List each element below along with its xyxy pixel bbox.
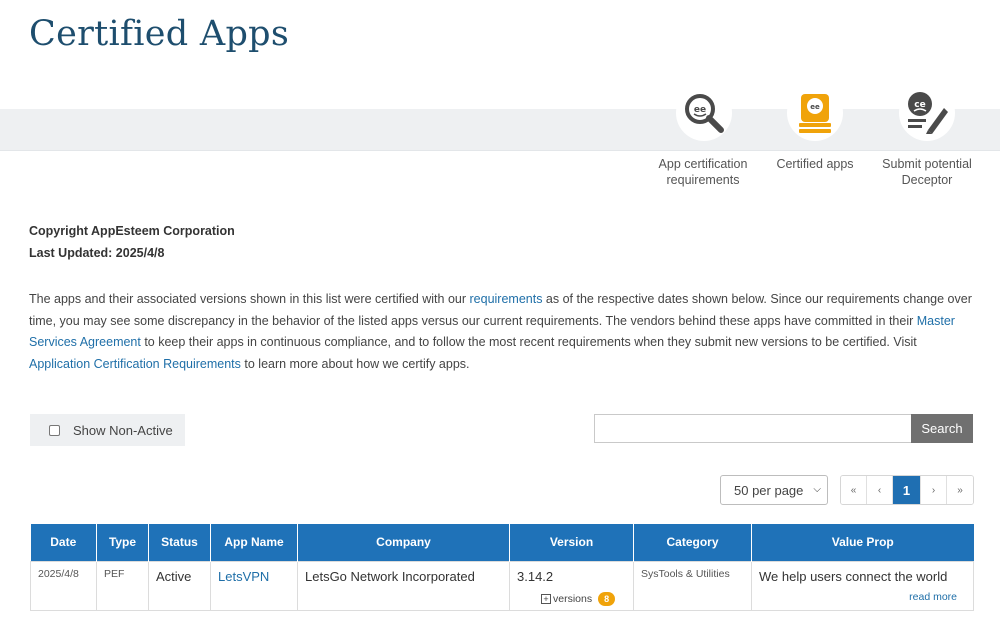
nav-app-certification-requirements[interactable]: ee — [676, 85, 732, 141]
pager-first-button[interactable]: « — [841, 476, 867, 504]
versions-label: versions — [553, 592, 593, 605]
cell-category: SysTools & Utilities — [633, 560, 752, 611]
versions-count-badge: 8 — [598, 591, 616, 606]
pager-prev-button[interactable]: ‹ — [867, 476, 893, 504]
certified-apps-table: Date Type Status App Name Company Versio… — [30, 524, 974, 611]
nav-submit-deceptor[interactable]: ce — [899, 85, 955, 141]
application-certification-requirements-link[interactable]: Application Certification Requirements — [29, 357, 241, 371]
svg-text:ee: ee — [810, 103, 820, 111]
cell-type: PEF — [96, 560, 149, 611]
col-header-type[interactable]: Type — [96, 524, 149, 561]
pager-next-button[interactable]: › — [921, 476, 947, 504]
certified-badge-icon: ee — [799, 94, 831, 133]
page-title: Certified Apps — [29, 14, 290, 54]
col-header-status[interactable]: Status — [148, 524, 211, 561]
version-number: 3.14.2 — [517, 568, 554, 584]
read-more-link[interactable]: read more — [909, 591, 957, 603]
last-updated-text: Last Updated: 2025/4/8 — [29, 246, 165, 260]
cell-date: 2025/4/8 — [30, 560, 97, 611]
requirements-link[interactable]: requirements — [470, 292, 543, 306]
show-non-active-toggle[interactable]: Show Non-Active — [30, 414, 185, 446]
table-row: 2025/4/8 PEF Active LetsVPN LetsGo Netwo… — [30, 560, 974, 611]
col-header-category[interactable]: Category — [633, 524, 752, 561]
col-header-value-prop[interactable]: Value Prop — [751, 524, 974, 561]
chevron-down-icon: ⌵ — [813, 484, 821, 495]
svg-text:ee: ee — [694, 105, 706, 115]
show-non-active-label: Show Non-Active — [73, 422, 173, 438]
intro-text-1: The apps and their associated versions s… — [29, 292, 470, 306]
col-header-date[interactable]: Date — [30, 524, 97, 561]
per-page-value: 50 per page — [734, 482, 804, 498]
pager-last-button[interactable]: » — [947, 476, 973, 504]
per-page-select[interactable]: 50 per page ⌵ — [720, 475, 828, 505]
app-name-link[interactable]: LetsVPN — [218, 569, 269, 584]
nav-band — [0, 109, 1000, 151]
nav-certified-apps[interactable]: ee — [787, 85, 843, 141]
report-pencil-icon: ce — [908, 92, 948, 134]
search-input[interactable] — [594, 414, 912, 443]
show-non-active-checkbox[interactable] — [49, 424, 60, 436]
magnifier-face-icon: ee — [685, 94, 724, 133]
versions-expander[interactable]: + versions 8 — [541, 591, 616, 606]
cell-value-prop: We help users connect the world read mor… — [751, 560, 974, 611]
intro-paragraph: The apps and their associated versions s… — [29, 289, 974, 375]
intro-text-3: to keep their apps in continuous complia… — [140, 335, 917, 349]
col-header-version[interactable]: Version — [509, 524, 634, 561]
cell-app-name: LetsVPN — [210, 560, 298, 611]
search-button[interactable]: Search — [911, 414, 973, 443]
plus-square-icon: + — [541, 593, 551, 604]
col-header-app-name[interactable]: App Name — [210, 524, 298, 561]
table-header-row: Date Type Status App Name Company Versio… — [30, 524, 974, 561]
cell-company: LetsGo Network Incorporated — [297, 560, 510, 611]
intro-text-4: to learn more about how we certify apps. — [240, 356, 470, 371]
value-prop-text: We help users connect the world — [759, 568, 948, 584]
col-header-company[interactable]: Company — [297, 524, 510, 561]
cell-version: 3.14.2 + versions 8 — [509, 560, 634, 611]
pagination: « ‹ 1 › » — [840, 475, 974, 505]
cell-status: Active — [148, 560, 211, 611]
pager-page-1[interactable]: 1 — [893, 476, 921, 504]
copyright-text: Copyright AppEsteem Corporation — [29, 224, 235, 238]
nav-label-submit-deceptor[interactable]: Submit potential Deceptor — [857, 156, 997, 188]
